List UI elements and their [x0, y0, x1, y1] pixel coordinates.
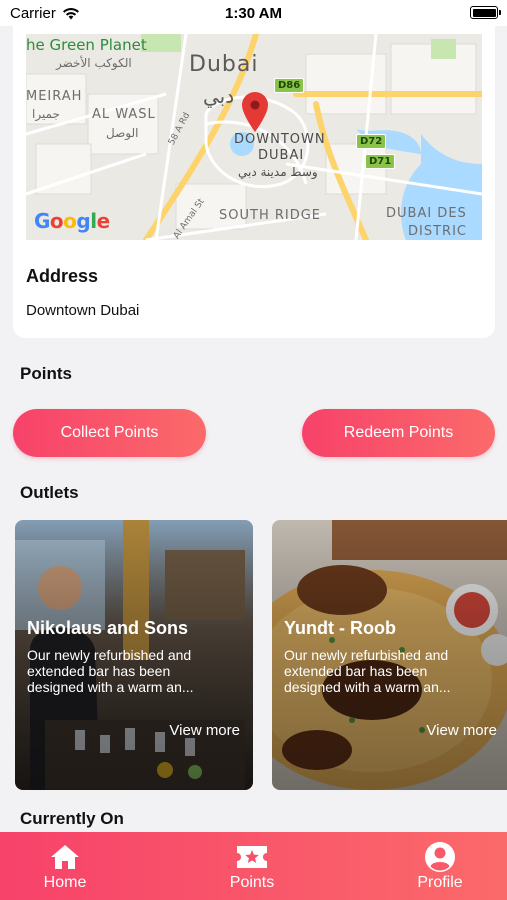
currently-on-section-title: Currently On	[20, 809, 124, 828]
profile-icon	[425, 842, 455, 872]
view-more-link[interactable]: View more	[169, 722, 240, 739]
outlets-section-title: Outlets	[20, 483, 79, 502]
map-label-downtown-2: DUBAI	[258, 148, 305, 163]
map-label-green-planet-ar: الكوكب الأخضر	[56, 56, 132, 70]
tab-profile[interactable]: Profile	[380, 832, 500, 900]
outlet-card[interactable]: Nikolaus and Sons Our newly refurbished …	[15, 520, 253, 790]
map-label-al-wasl-ar: الوصل	[106, 126, 139, 140]
content-scroll[interactable]: he Green Planet الكوكب الأخضر Dubai دبي …	[0, 26, 507, 832]
tab-points-label: Points	[229, 874, 275, 891]
tab-home[interactable]: Home	[5, 832, 125, 900]
address-title: Address	[26, 266, 99, 286]
ticket-star-icon	[237, 846, 267, 868]
road-shield-d86: D86	[274, 78, 305, 93]
address-value: Downtown Dubai	[26, 302, 140, 319]
outlet-description: Our newly refurbished and extended bar h…	[284, 647, 451, 695]
points-section-title: Points	[20, 364, 72, 383]
map-label-jumeirah: MEIRAH	[26, 89, 83, 104]
outlet-name: Nikolaus and Sons	[27, 618, 189, 638]
view-more-link[interactable]: View more	[426, 722, 497, 739]
map-label-dubai-design-1: DUBAI DES	[386, 206, 467, 221]
outlet-description: Our newly refurbished and extended bar h…	[27, 647, 194, 695]
collect-points-button[interactable]: Collect Points	[13, 409, 206, 457]
map-label-al-wasl: AL WASL	[92, 107, 156, 122]
status-bar: Carrier 1:30 AM	[0, 0, 507, 26]
location-map[interactable]: he Green Planet الكوكب الأخضر Dubai دبي …	[26, 34, 482, 240]
home-icon	[51, 845, 79, 869]
map-label-jumeirah-ar: جميرا	[32, 107, 60, 121]
redeem-points-button[interactable]: Redeem Points	[302, 409, 495, 457]
road-shield-d71: D71	[365, 154, 396, 169]
map-label-dubai-design-2: DISTRIC	[408, 224, 467, 239]
status-time: 1:30 AM	[225, 5, 282, 22]
map-label-city-ar: دبي	[203, 84, 235, 108]
road-shield-d72: D72	[356, 134, 387, 149]
outlet-name: Yundt - Roob	[284, 618, 396, 638]
tab-bar: Home Points Profile	[0, 832, 507, 900]
map-label-south-ridge: SOUTH RIDGE	[219, 208, 322, 223]
map-label-downtown-ar: وسط مدينة دبي	[238, 165, 318, 179]
map-label-green-planet: he Green Planet	[26, 36, 147, 54]
tab-home-label: Home	[43, 874, 87, 891]
tab-points[interactable]: Points	[192, 832, 312, 900]
google-logo: Google	[34, 209, 110, 233]
battery-icon	[470, 6, 501, 19]
map-label-city: Dubai	[189, 52, 259, 77]
map-label-downtown-1: DOWNTOWN	[234, 132, 326, 147]
tab-profile-label: Profile	[417, 874, 463, 891]
address-card: he Green Planet الكوكب الأخضر Dubai دبي …	[13, 26, 495, 338]
outlet-card[interactable]: Yundt - Roob Our newly refurbished and e…	[272, 520, 507, 790]
